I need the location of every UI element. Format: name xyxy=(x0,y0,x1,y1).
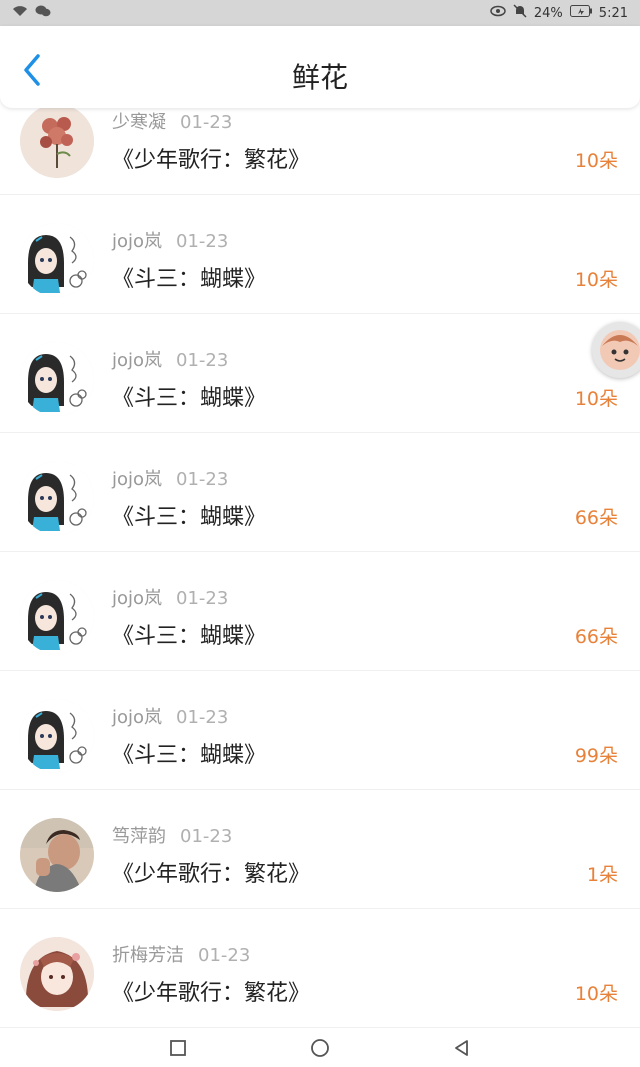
page-title: 鲜花 xyxy=(291,61,348,94)
list-item[interactable]: 折梅芳洁 01-23 《少年歌行：繁花》 10朵 xyxy=(0,909,640,1028)
flower-count: 66朵 xyxy=(574,507,618,529)
flower-count: 10朵 xyxy=(574,150,618,172)
item-meta: jojo岚 01-23 xyxy=(112,465,228,491)
avatar[interactable] xyxy=(20,104,94,178)
list-item[interactable]: 笃萍韵 01-23 《少年歌行：繁花》 1朵 xyxy=(0,790,640,909)
date: 01-23 xyxy=(176,469,229,490)
date: 01-23 xyxy=(198,945,251,966)
header: 鲜花 xyxy=(0,26,640,108)
item-meta: 少寒凝 01-23 xyxy=(112,108,232,134)
gift-title: 《斗三：蝴蝶》 xyxy=(112,743,267,768)
username: jojo岚 xyxy=(112,588,163,609)
gift-title: 《少年歌行：繁花》 xyxy=(112,862,311,887)
gift-title: 《斗三：蝴蝶》 xyxy=(112,267,267,292)
gift-title: 《斗三：蝴蝶》 xyxy=(112,624,267,649)
avatar[interactable] xyxy=(20,937,94,1011)
date: 01-23 xyxy=(180,826,233,847)
floating-avatar-button[interactable] xyxy=(592,322,640,378)
username: jojo岚 xyxy=(112,231,163,252)
date: 01-23 xyxy=(176,588,229,609)
square-icon xyxy=(170,1040,186,1056)
username: 少寒凝 xyxy=(112,112,166,133)
back-nav-button[interactable] xyxy=(451,1037,473,1059)
battery-icon xyxy=(569,5,592,21)
username: jojo岚 xyxy=(112,707,163,728)
item-meta: jojo岚 01-23 xyxy=(112,584,228,610)
item-meta: jojo岚 01-23 xyxy=(112,703,228,729)
date: 01-23 xyxy=(176,707,229,728)
triangle-back-icon xyxy=(455,1040,468,1056)
username: 折梅芳洁 xyxy=(112,945,184,966)
gift-title: 《少年歌行：繁花》 xyxy=(112,148,311,173)
recents-button[interactable] xyxy=(167,1037,189,1059)
avatar[interactable] xyxy=(20,580,94,654)
avatar[interactable] xyxy=(20,342,94,416)
avatar[interactable] xyxy=(20,223,94,297)
gift-title: 《少年歌行：繁花》 xyxy=(112,981,311,1006)
flower-count: 10朵 xyxy=(574,983,618,1005)
flower-count: 10朵 xyxy=(574,269,618,291)
date: 01-23 xyxy=(180,112,233,133)
eye-icon xyxy=(490,5,506,21)
mute-bell-icon xyxy=(513,4,527,22)
item-meta: jojo岚 01-23 xyxy=(112,346,228,372)
status-bar: 24% 5:21 xyxy=(0,0,640,26)
flower-count: 10朵 xyxy=(574,388,618,410)
username: jojo岚 xyxy=(112,469,163,490)
username: jojo岚 xyxy=(112,350,163,371)
item-meta: 折梅芳洁 01-23 xyxy=(112,941,250,967)
avatar[interactable] xyxy=(20,699,94,773)
home-button[interactable] xyxy=(309,1037,331,1059)
wifi-icon xyxy=(12,5,28,21)
circle-icon xyxy=(311,1039,329,1057)
date: 01-23 xyxy=(176,350,229,371)
flower-count: 99朵 xyxy=(574,745,618,767)
battery-percent: 24% xyxy=(533,5,563,21)
flower-count: 66朵 xyxy=(574,626,618,648)
clock: 5:21 xyxy=(598,5,628,21)
list-item[interactable]: jojo岚 01-23 《斗三：蝴蝶》 66朵 xyxy=(0,433,640,552)
list-item[interactable]: jojo岚 01-23 《斗三：蝴蝶》 66朵 xyxy=(0,552,640,671)
flower-list: 少寒凝 01-23 《少年歌行：繁花》 10朵 jojo岚 01-23 《斗三：蝴蝶》 10朵… xyxy=(0,76,640,1028)
item-meta: 笃萍韵 01-23 xyxy=(112,822,232,848)
list-item[interactable]: jojo岚 01-23 《斗三：蝴蝶》 10朵 xyxy=(0,195,640,314)
item-meta: jojo岚 01-23 xyxy=(112,227,228,253)
gift-title: 《斗三：蝴蝶》 xyxy=(112,505,267,530)
cartoon-face-icon xyxy=(600,330,640,370)
list-item[interactable]: jojo岚 01-23 《斗三：蝴蝶》 10朵 xyxy=(0,314,640,433)
avatar[interactable] xyxy=(20,461,94,535)
avatar[interactable] xyxy=(20,818,94,892)
list-item[interactable]: jojo岚 01-23 《斗三：蝴蝶》 99朵 xyxy=(0,671,640,790)
system-nav-bar xyxy=(0,1029,640,1067)
flower-count: 1朵 xyxy=(586,864,618,886)
username: 笃萍韵 xyxy=(112,826,166,847)
date: 01-23 xyxy=(176,231,229,252)
gift-title: 《斗三：蝴蝶》 xyxy=(112,386,267,411)
wechat-icon xyxy=(35,5,51,21)
